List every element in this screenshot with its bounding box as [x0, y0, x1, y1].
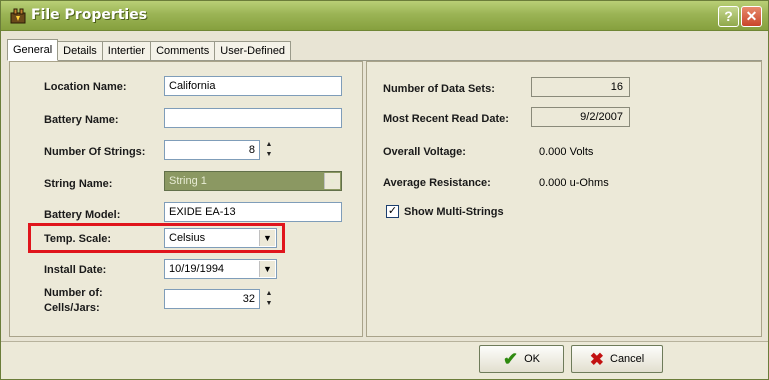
recent-read-value: 9/2/2007 — [531, 107, 630, 127]
tab-general[interactable]: General — [7, 39, 59, 61]
battery-name-input[interactable] — [164, 108, 342, 128]
battery-app-icon — [10, 8, 26, 24]
spin-down-icon[interactable]: ▼ — [261, 299, 277, 309]
cancel-button[interactable]: ✖ Cancel — [571, 345, 663, 373]
avg-resistance-label: Average Resistance: — [383, 177, 491, 189]
data-sets-value: 16 — [531, 77, 630, 97]
tab-strip: General Details Intertier Comments User-… — [7, 39, 292, 61]
summary-panel — [366, 61, 762, 337]
spin-up-icon[interactable]: ▲ — [261, 140, 277, 150]
cancel-x-icon: ✖ — [589, 349, 604, 369]
temp-scale-value: Celsius — [169, 232, 206, 244]
number-of-strings-label: Number Of Strings: — [44, 146, 146, 158]
tab-comments[interactable]: Comments — [150, 41, 216, 61]
overall-voltage-label: Overall Voltage: — [383, 146, 466, 158]
cells-jars-label-line1: Number of: — [44, 287, 103, 299]
recent-read-label: Most Recent Read Date: — [383, 113, 509, 125]
help-button[interactable]: ? — [718, 6, 739, 27]
show-multi-strings-checkbox[interactable]: ✓ — [386, 205, 399, 218]
avg-resistance-value: 0.000 u-Ohms — [539, 177, 609, 189]
cells-jars-spinner[interactable]: ▲ ▼ — [261, 289, 277, 309]
string-name-value: String 1 — [169, 175, 207, 187]
title-bar[interactable]: File Properties ? ✕ — [1, 1, 768, 31]
install-date-picker[interactable]: 10/19/1994 ▼ — [164, 259, 277, 279]
window-title: File Properties — [31, 7, 148, 23]
chevron-down-icon[interactable]: ▼ — [259, 230, 275, 246]
chevron-down-icon[interactable]: ▼ — [259, 261, 275, 277]
temp-scale-label: Temp. Scale: — [44, 233, 112, 245]
tab-intertier[interactable]: Intertier — [101, 41, 152, 61]
temp-scale-select[interactable]: Celsius ▼ — [164, 228, 277, 248]
checkmark-icon: ✔ — [503, 349, 519, 369]
battery-model-label: Battery Model: — [44, 209, 121, 221]
install-date-label: Install Date: — [44, 264, 107, 276]
string-name-label: String Name: — [44, 178, 113, 190]
file-properties-window: File Properties ? ✕ General Details Inte… — [0, 0, 769, 380]
battery-model-input[interactable]: EXIDE EA-13 — [164, 202, 342, 222]
battery-name-label: Battery Name: — [44, 114, 119, 126]
install-date-value: 10/19/1994 — [169, 263, 225, 275]
location-name-label: Location Name: — [44, 81, 127, 93]
number-of-strings-spinner[interactable]: ▲ ▼ — [261, 140, 277, 160]
spin-up-icon[interactable]: ▲ — [261, 289, 277, 299]
tab-details[interactable]: Details — [57, 41, 103, 61]
tab-user-defined[interactable]: User-Defined — [214, 41, 292, 61]
cancel-button-label: Cancel — [610, 353, 645, 365]
overall-voltage-value: 0.000 Volts — [539, 146, 594, 158]
chevron-down-icon[interactable]: ▼ — [324, 173, 340, 189]
data-sets-label: Number of Data Sets: — [383, 83, 495, 95]
ok-button-label: OK — [524, 353, 540, 365]
location-name-input[interactable]: California — [164, 76, 342, 96]
cells-jars-input[interactable]: 32 — [164, 289, 260, 309]
cells-jars-label-line2: Cells/Jars: — [44, 302, 100, 314]
spin-down-icon[interactable]: ▼ — [261, 150, 277, 160]
show-multi-strings-label[interactable]: Show Multi-Strings — [404, 206, 504, 218]
number-of-strings-input[interactable]: 8 — [164, 140, 260, 160]
ok-button[interactable]: ✔ OK — [479, 345, 564, 373]
string-name-select[interactable]: String 1 ▼ — [164, 171, 342, 191]
close-button[interactable]: ✕ — [741, 6, 762, 27]
